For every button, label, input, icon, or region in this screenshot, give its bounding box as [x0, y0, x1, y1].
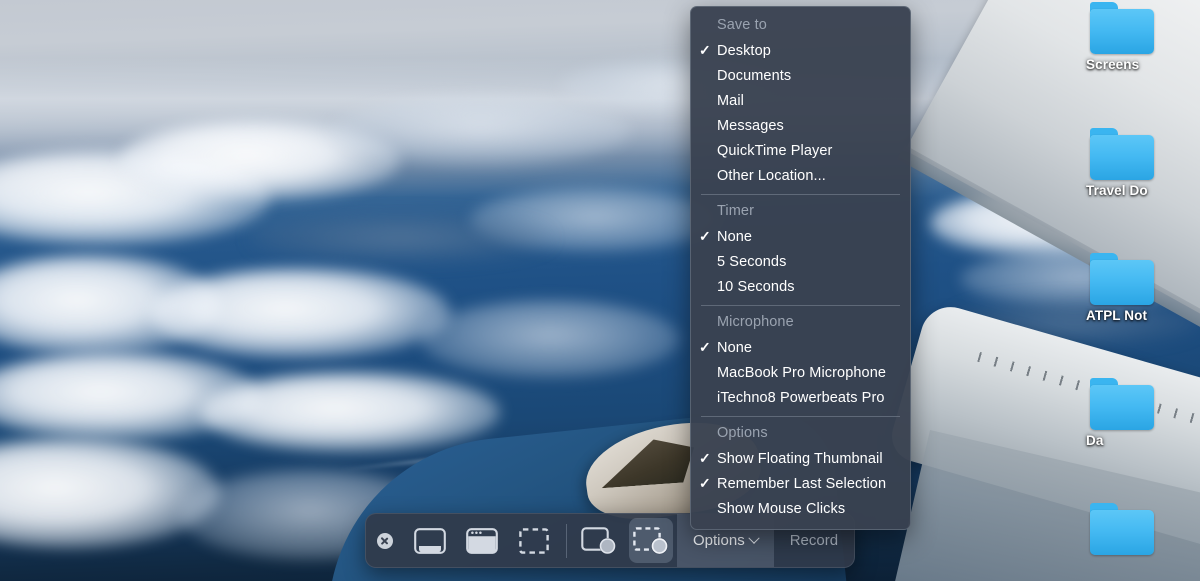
folder-icon [1090, 2, 1154, 54]
menu-item-desktop[interactable]: ✓ Desktop [691, 38, 910, 63]
menu-item-timer-10-seconds[interactable]: 10 Seconds [691, 274, 910, 299]
menu-item-label: Remember Last Selection [717, 476, 886, 492]
desktop-icon-data[interactable]: Da [1086, 378, 1200, 448]
menu-item-label: None [717, 229, 752, 245]
menu-item-show-mouse-clicks[interactable]: Show Mouse Clicks [691, 496, 910, 521]
menu-section-header-microphone: Microphone [691, 310, 910, 335]
menu-item-label: 5 Seconds [717, 254, 786, 270]
menu-item-label: Show Floating Thumbnail [717, 451, 883, 467]
menu-item-label: Other Location... [717, 168, 826, 184]
menu-item-label: iTechno8 Powerbeats Pro [717, 390, 885, 406]
record-selected-portion-icon [633, 527, 669, 555]
capture-entire-screen-button[interactable] [404, 513, 456, 568]
desktop-icon-label: ATPL Not [1086, 308, 1200, 323]
desktop-icon-label: Screens [1086, 57, 1200, 72]
menu-item-label: MacBook Pro Microphone [717, 365, 886, 381]
menu-item-messages[interactable]: Messages [691, 113, 910, 138]
menu-item-timer-5-seconds[interactable]: 5 Seconds [691, 249, 910, 274]
desktop-icon-travel-documents[interactable]: Travel Do [1086, 128, 1200, 198]
desktop-screen: Screens Travel Do ATPL Not Da [0, 0, 1200, 581]
screenshot-options-menu: Save to ✓ Desktop Documents Mail Message… [690, 6, 911, 530]
menu-item-label: QuickTime Player [717, 143, 832, 159]
desktop-icon-label: Da [1086, 433, 1200, 448]
menu-section-header-save-to: Save to [691, 13, 910, 38]
menu-item-label: Desktop [717, 43, 771, 59]
folder-icon [1090, 378, 1154, 430]
menu-separator [701, 305, 900, 306]
menu-item-label: Mail [717, 93, 744, 109]
record-button-label: Record [790, 532, 838, 549]
checkmark-icon: ✓ [699, 449, 711, 467]
capture-selected-portion-button[interactable] [508, 513, 560, 568]
checkmark-icon: ✓ [699, 474, 711, 492]
checkmark-icon: ✓ [699, 41, 711, 59]
options-button-label: Options [693, 532, 745, 549]
menu-section-header-timer: Timer [691, 199, 910, 224]
close-button[interactable] [366, 513, 404, 568]
menu-section-header-options: Options [691, 421, 910, 446]
menu-item-mail[interactable]: Mail [691, 88, 910, 113]
checkmark-icon: ✓ [699, 227, 711, 245]
record-selected-portion-button[interactable] [625, 513, 677, 568]
desktop-icon-label: Travel Do [1086, 183, 1200, 198]
menu-item-label: Messages [717, 118, 784, 134]
capture-selected-window-button[interactable] [456, 513, 508, 568]
capture-selected-portion-icon [519, 528, 549, 554]
menu-item-powerbeats-pro[interactable]: iTechno8 Powerbeats Pro [691, 385, 910, 410]
record-entire-screen-button[interactable] [573, 513, 625, 568]
desktop-icon-bottom[interactable] [1086, 503, 1200, 558]
folder-icon [1090, 503, 1154, 555]
menu-item-label: None [717, 340, 752, 356]
menu-item-macbook-pro-microphone[interactable]: MacBook Pro Microphone [691, 360, 910, 385]
toolbar-divider [566, 524, 567, 558]
menu-separator [701, 416, 900, 417]
desktop-icon-screens[interactable]: Screens [1086, 2, 1200, 72]
menu-item-timer-none[interactable]: ✓ None [691, 224, 910, 249]
menu-item-other-location[interactable]: Other Location... [691, 163, 910, 188]
menu-item-microphone-none[interactable]: ✓ None [691, 335, 910, 360]
menu-item-remember-last-selection[interactable]: ✓ Remember Last Selection [691, 471, 910, 496]
menu-item-label: 10 Seconds [717, 279, 795, 295]
folder-icon [1090, 253, 1154, 305]
record-entire-screen-icon [581, 527, 617, 555]
menu-item-show-floating-thumbnail[interactable]: ✓ Show Floating Thumbnail [691, 446, 910, 471]
close-circle-icon [377, 533, 393, 549]
menu-item-label: Documents [717, 68, 791, 84]
menu-separator [701, 194, 900, 195]
menu-item-documents[interactable]: Documents [691, 63, 910, 88]
checkmark-icon: ✓ [699, 338, 711, 356]
capture-selected-window-icon [466, 528, 498, 554]
folder-icon [1090, 128, 1154, 180]
capture-entire-screen-icon [414, 528, 446, 554]
desktop-icon-atpl-notes[interactable]: ATPL Not [1086, 253, 1200, 323]
chevron-down-icon [748, 532, 759, 543]
menu-item-label: Show Mouse Clicks [717, 501, 845, 517]
menu-item-quicktime-player[interactable]: QuickTime Player [691, 138, 910, 163]
desktop-icon-column: Screens Travel Do ATPL Not Da [1050, 0, 1200, 581]
